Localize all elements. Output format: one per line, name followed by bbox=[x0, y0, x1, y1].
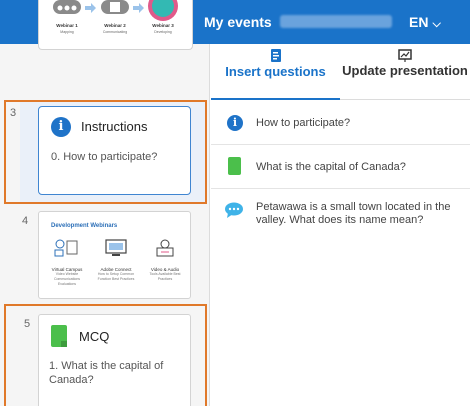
monitor-icon bbox=[105, 239, 127, 256]
webinar-sub-3: Developing bbox=[154, 30, 172, 34]
insert-questions-icon bbox=[270, 49, 281, 62]
language-label: EN bbox=[409, 14, 429, 30]
webinar-column-2: Adobe Connect How to Setup Common Functi… bbox=[94, 238, 138, 282]
slide-thumbnail-5[interactable]: MCQ 1. What is the capital of Canada? bbox=[38, 314, 191, 406]
chevron-down-icon: ⌵ bbox=[432, 18, 441, 30]
mcq-icon bbox=[51, 325, 67, 347]
webinar-label-1: Webinar 1 bbox=[56, 23, 78, 28]
slide-thumbnail-2[interactable]: Webinar 1 Mapping Webinar 2 Communicatin… bbox=[38, 0, 193, 50]
slide-title: MCQ bbox=[79, 329, 110, 344]
slide-body: 1. What is the capital of Canada? bbox=[49, 360, 164, 386]
presentation-icon bbox=[398, 49, 412, 62]
video-audio-icon bbox=[156, 239, 174, 257]
slide-thumbnail-3[interactable]: i Instructions 0. How to participate? bbox=[38, 106, 191, 195]
my-events-link[interactable]: My events bbox=[204, 14, 272, 30]
column-sub: How to Setup Common Function Best Practi… bbox=[97, 272, 135, 281]
slide-number-4: 4 bbox=[22, 215, 29, 227]
tab-insert-questions[interactable]: Insert questions bbox=[211, 44, 340, 100]
question-item[interactable]: i How to participate? bbox=[211, 101, 470, 145]
question-text: What is the capital of Canada? bbox=[256, 161, 406, 173]
question-text: How to participate? bbox=[256, 117, 351, 129]
questions-list: i How to participate? What is the capita… bbox=[211, 101, 470, 249]
slide-thumbnail-4[interactable]: Development Webinars Virtual Campus Vide… bbox=[38, 211, 191, 299]
user-name-redacted[interactable] bbox=[280, 15, 392, 28]
chat-icon bbox=[225, 202, 243, 218]
question-text: Petawawa is a small town located in the … bbox=[256, 201, 451, 226]
slide-title: Instructions bbox=[81, 119, 148, 134]
info-icon: i bbox=[227, 115, 243, 131]
info-icon: i bbox=[51, 117, 71, 137]
mcq-icon bbox=[228, 157, 241, 175]
tab-bar: Insert questions Update presentation bbox=[211, 44, 470, 100]
question-item[interactable]: What is the capital of Canada? bbox=[211, 145, 470, 189]
tab-update-presentation[interactable]: Update presentation bbox=[340, 44, 470, 100]
tab-label: Update presentation bbox=[342, 63, 468, 78]
column-sub: Video Website Communications Evaluations bbox=[53, 272, 81, 286]
column-sub: Tools Available Best Practices bbox=[149, 272, 181, 281]
tab-label: Insert questions bbox=[225, 64, 326, 79]
slide-number-3: 3 bbox=[10, 107, 17, 119]
virtual-campus-icon bbox=[54, 239, 78, 257]
webinar-label-3: Webinar 3 bbox=[152, 23, 174, 28]
slide-body: 0. How to participate? bbox=[51, 151, 158, 163]
slide-heading: Development Webinars bbox=[51, 223, 118, 229]
webinar-sub-1: Mapping bbox=[60, 30, 73, 34]
question-item[interactable]: Petawawa is a small town located in the … bbox=[211, 189, 470, 249]
webinar-diagram-image: Webinar 1 Mapping Webinar 2 Communicatin… bbox=[53, 0, 178, 34]
webinar-label-2: Webinar 2 bbox=[104, 23, 126, 28]
language-selector[interactable]: EN ⌵ bbox=[409, 14, 441, 31]
webinar-column-3: Video & Audio Tools Available Best Pract… bbox=[143, 238, 187, 282]
webinar-sub-2: Communicating bbox=[103, 30, 127, 34]
webinar-column-1: Virtual Campus Video Website Communicati… bbox=[45, 238, 89, 287]
slide-number-5: 5 bbox=[24, 318, 31, 330]
